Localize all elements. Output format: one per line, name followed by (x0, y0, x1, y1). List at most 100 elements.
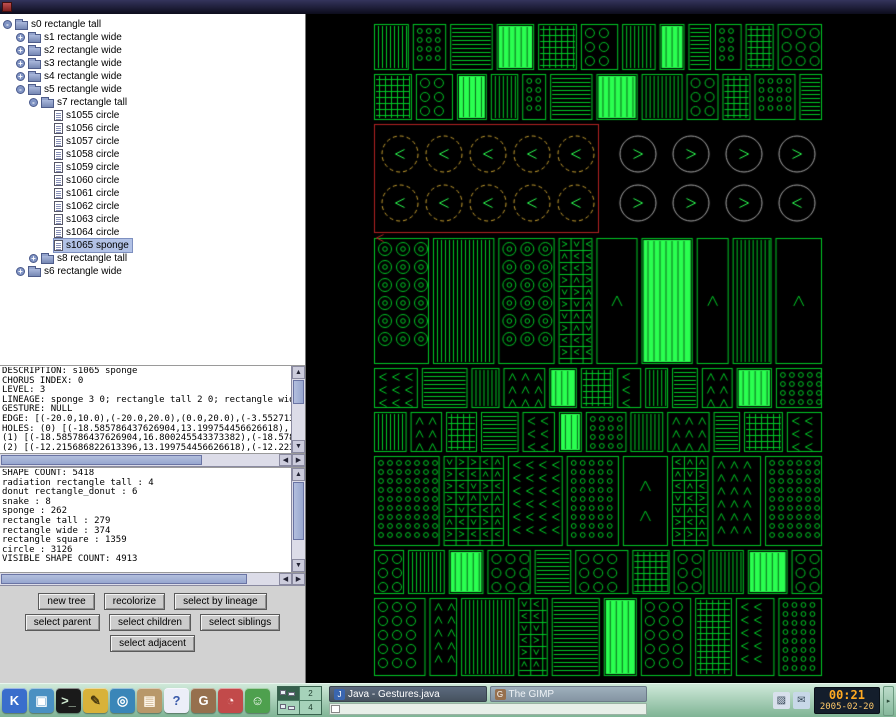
pager-desktop-4[interactable]: 4 (300, 701, 321, 714)
gimp-icon[interactable]: G (191, 688, 216, 713)
tree-item-s1062[interactable]: s1062 circle (0, 200, 305, 213)
tree-item-s6[interactable]: +s6 rectangle wide (0, 265, 305, 278)
shape-canvas[interactable] (306, 14, 896, 683)
clock[interactable]: 00:212005-02-20 (814, 687, 880, 714)
description-text: DESCRIPTION: s1065 spongeCHORUS INDEX: 0… (2, 367, 291, 453)
counts-vertical-scrollbar[interactable]: ▲ ▼ (291, 468, 305, 572)
tree-node: s7 rectangle tall (41, 96, 130, 109)
expand-icon[interactable]: + (29, 254, 38, 263)
tree-item-s5[interactable]: -s5 rectangle wide (0, 83, 305, 96)
tree-item-s1065[interactable]: s1065 sponge (0, 239, 305, 252)
tree-item-s1064[interactable]: s1064 circle (0, 226, 305, 239)
description-line: (2) [(-12.215686822613396,13.19975445662… (2, 444, 291, 453)
task-button-java-gestures-java[interactable]: JJava - Gestures.java (329, 686, 487, 702)
description-horizontal-scrollbar[interactable]: ◀ ▶ (0, 454, 305, 467)
window-titlebar[interactable] (0, 0, 896, 14)
clipboard-icon[interactable]: ▨ (773, 692, 790, 709)
expand-icon[interactable]: + (16, 267, 25, 276)
collapse-icon[interactable]: - (16, 85, 25, 94)
tree-item-s1058[interactable]: s1058 circle (0, 148, 305, 161)
tree-item-label: s3 rectangle wide (44, 58, 122, 69)
paint-icon[interactable]: ◔ (218, 688, 243, 713)
button-panel: new tree recolorize select by lineage selec… (0, 586, 305, 683)
document-icon (54, 240, 63, 251)
tree-item-s1055[interactable]: s1055 circle (0, 109, 305, 122)
help-icon[interactable]: ? (164, 688, 189, 713)
tree-item-s1060[interactable]: s1060 circle (0, 174, 305, 187)
desktop-icon[interactable]: ▣ (29, 688, 54, 713)
scrollbar-thumb[interactable] (293, 482, 304, 540)
tree-item-label: s1056 circle (66, 123, 119, 134)
new-tree-button[interactable]: new tree (38, 593, 94, 610)
scroll-left-icon[interactable]: ◀ (279, 454, 292, 466)
tree-item-s3[interactable]: + s3 rectangle wide (0, 57, 305, 70)
tree-item-s1056[interactable]: s1056 circle (0, 122, 305, 135)
terminal-icon[interactable]: >_ (56, 688, 81, 713)
scrollbar-track[interactable] (0, 454, 279, 466)
description-panel[interactable]: DESCRIPTION: s1065 spongeCHORUS INDEX: 0… (0, 366, 305, 454)
desktop-pager[interactable]: 24 (277, 686, 322, 715)
collapse-icon[interactable]: - (29, 98, 38, 107)
description-vertical-scrollbar[interactable]: ▲ ▼ (291, 366, 305, 453)
select-parent-button[interactable]: select parent (25, 614, 100, 631)
tree-item-s7[interactable]: -s7 rectangle tall (0, 96, 305, 109)
tree-node: s1 rectangle wide (28, 31, 125, 44)
task-button-the-gimp[interactable]: GThe GIMP (490, 686, 648, 702)
pager-desktop-2[interactable]: 2 (300, 687, 321, 700)
tree-item-s1[interactable]: +s1 rectangle wide (0, 31, 305, 44)
collapse-icon[interactable]: - (3, 20, 12, 29)
counts-text: SHAPE COUNT: 5418radiation rectangle tal… (2, 469, 291, 572)
expand-icon[interactable]: + (16, 72, 25, 81)
mini-window (288, 692, 295, 696)
recolorize-button[interactable]: recolorize (104, 593, 165, 610)
scroll-down-icon[interactable]: ▼ (292, 559, 305, 572)
mail-notifier-icon[interactable]: ✉ (793, 692, 810, 709)
scroll-down-icon[interactable]: ▼ (292, 440, 305, 453)
tree-node: s1062 circle (54, 200, 122, 213)
scroll-right-icon[interactable]: ▶ (292, 573, 305, 585)
editor-icon[interactable]: ✎ (83, 688, 108, 713)
tree-item-s4[interactable]: +s4 rectangle wide (0, 70, 305, 83)
select-adjacent-button[interactable]: select adjacent (110, 635, 195, 652)
pager-desktop-3[interactable] (278, 701, 299, 714)
document-icon (54, 162, 63, 173)
tree-node: s1061 circle (54, 187, 122, 200)
button-row: new tree recolorize select by lineage (0, 593, 305, 610)
shape-canvas-area[interactable] (306, 14, 896, 683)
expand-icon[interactable]: + (16, 59, 25, 68)
counts-panel[interactable]: SHAPE COUNT: 5418radiation rectangle tal… (0, 467, 305, 573)
pager-desktop-1[interactable] (278, 687, 299, 700)
task-label: Java - Gestures.java (348, 689, 440, 700)
scroll-up-icon[interactable]: ▲ (292, 366, 305, 379)
chat-icon[interactable]: ☺ (245, 688, 270, 713)
tree-item-s2[interactable]: +s2 rectangle wide (0, 44, 305, 57)
select-by-lineage-button[interactable]: select by lineage (174, 593, 267, 610)
tree-item-s1063[interactable]: s1063 circle (0, 213, 305, 226)
select-siblings-button[interactable]: select siblings (200, 614, 280, 631)
expand-icon[interactable]: + (16, 33, 25, 42)
shape-tree[interactable]: -s0 rectangle tall+s1 rectangle wide+s2 … (0, 14, 305, 366)
browser-icon[interactable]: ◎ (110, 688, 135, 713)
scroll-right-icon[interactable]: ▶ (292, 454, 305, 466)
scrollbar-thumb[interactable] (293, 380, 304, 404)
panel-hide-button[interactable]: ▸ (883, 686, 894, 716)
tree-item-s1061[interactable]: s1061 circle (0, 187, 305, 200)
scrollbar-track[interactable] (0, 573, 279, 585)
kmenu-icon[interactable]: K (2, 688, 27, 713)
expand-icon[interactable]: + (16, 46, 25, 55)
tree-node: s1059 circle (54, 161, 122, 174)
tree-item-s1057[interactable]: s1057 circle (0, 135, 305, 148)
tree-item-s1059[interactable]: s1059 circle (0, 161, 305, 174)
files-icon[interactable]: ▤ (137, 688, 162, 713)
scrollbar-thumb[interactable] (1, 455, 202, 465)
counts-horizontal-scrollbar[interactable]: ◀ ▶ (0, 573, 305, 586)
tree-node: s8 rectangle tall (41, 252, 130, 265)
tree-item-s8[interactable]: +s8 rectangle tall (0, 252, 305, 265)
select-children-button[interactable]: select children (109, 614, 191, 631)
scroll-up-icon[interactable]: ▲ (292, 468, 305, 481)
tree-node: s0 rectangle tall (15, 18, 104, 31)
tree-item-s0[interactable]: -s0 rectangle tall (0, 18, 305, 31)
document-icon (54, 188, 63, 199)
scrollbar-thumb[interactable] (1, 574, 247, 584)
scroll-left-icon[interactable]: ◀ (279, 573, 292, 585)
